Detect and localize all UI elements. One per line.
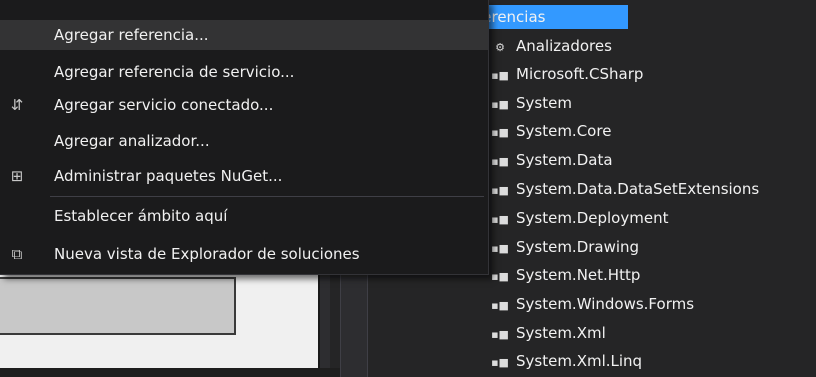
menu-item-add-analyzer[interactable]: Agregar analizador... xyxy=(0,126,488,156)
menu-item-manage-nuget[interactable]: ⊞ Administrar paquetes NuGet... xyxy=(0,161,488,191)
menu-item-label: Administrar paquetes NuGet... xyxy=(54,167,283,185)
menu-item-label: Agregar analizador... xyxy=(54,132,210,150)
assembly-reference-icon: ▪■ xyxy=(491,126,509,139)
tree-node-reference[interactable]: ▪■ System.Windows.Forms xyxy=(490,292,694,316)
menu-item-label: Agregar servicio conectado... xyxy=(54,96,274,114)
assembly-reference-icon: ▪■ xyxy=(491,299,509,312)
tree-node-label: System.Data xyxy=(516,151,613,169)
analyzer-icon: ⚙ xyxy=(495,41,505,54)
assembly-reference-icon: ▪■ xyxy=(491,356,509,369)
menu-separator xyxy=(50,196,484,197)
menu-item-set-scope[interactable]: Establecer ámbito aquí xyxy=(0,201,488,231)
tree-node-label: System.Deployment xyxy=(516,209,669,227)
assembly-reference-icon: ▪■ xyxy=(491,155,509,168)
tree-node-label: System xyxy=(516,94,572,112)
nuget-icon: ⊞ xyxy=(10,167,24,185)
designer-bottom-strip xyxy=(0,368,340,377)
context-menu: Agregar referencia... Agregar referencia… xyxy=(0,0,489,275)
assembly-reference-icon: ▪■ xyxy=(491,328,509,341)
menu-item-add-reference[interactable]: Agregar referencia... xyxy=(0,20,488,50)
menu-item-add-service-reference[interactable]: Agregar referencia de servicio... xyxy=(0,57,488,87)
menu-item-add-connected-service[interactable]: ⇵ Agregar servicio conectado... xyxy=(0,90,488,120)
tree-node-reference[interactable]: ▪■ System.Xml xyxy=(490,321,606,345)
tree-node-label: Analizadores xyxy=(516,37,612,55)
tree-node-label: Microsoft.CSharp xyxy=(516,65,644,83)
assembly-reference-icon: ▪■ xyxy=(491,98,509,111)
assembly-reference-icon: ▪■ xyxy=(491,270,509,283)
tree-node-label: System.Data.DataSetExtensions xyxy=(516,180,760,198)
menu-item-label: Establecer ámbito aquí xyxy=(54,207,228,225)
tree-node-label: System.Xml.Linq xyxy=(516,352,643,370)
tree-node-reference[interactable]: ▪■ System xyxy=(490,91,572,115)
tree-node-reference[interactable]: ▪■ System.Data.DataSetExtensions xyxy=(490,177,759,201)
tree-node-reference[interactable]: ▪■ Microsoft.CSharp xyxy=(490,62,643,86)
menu-item-label: Agregar referencia de servicio... xyxy=(54,63,295,81)
tree-node-label: System.Windows.Forms xyxy=(516,295,695,313)
tree-node-reference[interactable]: ▪■ System.Xml.Linq xyxy=(490,349,642,373)
tree-node-analyzers[interactable]: ⚙ Analizadores xyxy=(490,34,612,58)
assembly-reference-icon: ▪■ xyxy=(491,242,509,255)
tree-node-reference[interactable]: ▪■ System.Deployment xyxy=(490,206,668,230)
tree-node-reference[interactable]: ▪■ System.Net.Http xyxy=(490,263,640,287)
tree-node-reference[interactable]: ▪■ System.Core xyxy=(490,119,611,143)
assembly-reference-icon: ▪■ xyxy=(491,184,509,197)
tree-node-label: System.Core xyxy=(516,122,612,140)
tree-node-label: System.Drawing xyxy=(516,238,640,256)
menu-item-label: Agregar referencia... xyxy=(54,26,209,44)
designer-canvas[interactable] xyxy=(0,268,320,369)
tree-node-reference[interactable]: ▪■ System.Drawing xyxy=(490,235,639,259)
tree-node-label: System.Net.Http xyxy=(516,266,641,284)
connected-service-icon: ⇵ xyxy=(10,96,24,114)
menu-item-label: Nueva vista de Explorador de soluciones xyxy=(54,245,360,263)
menu-item-new-solution-explorer-view[interactable]: ⧉ Nueva vista de Explorador de solucione… xyxy=(0,239,488,269)
new-view-icon: ⧉ xyxy=(11,245,23,263)
designer-control[interactable] xyxy=(0,277,236,335)
assembly-reference-icon: ▪■ xyxy=(491,69,509,82)
tree-node-reference[interactable]: ▪■ System.Data xyxy=(490,148,613,172)
assembly-reference-icon: ▪■ xyxy=(491,213,509,226)
tree-node-label: System.Xml xyxy=(516,324,606,342)
